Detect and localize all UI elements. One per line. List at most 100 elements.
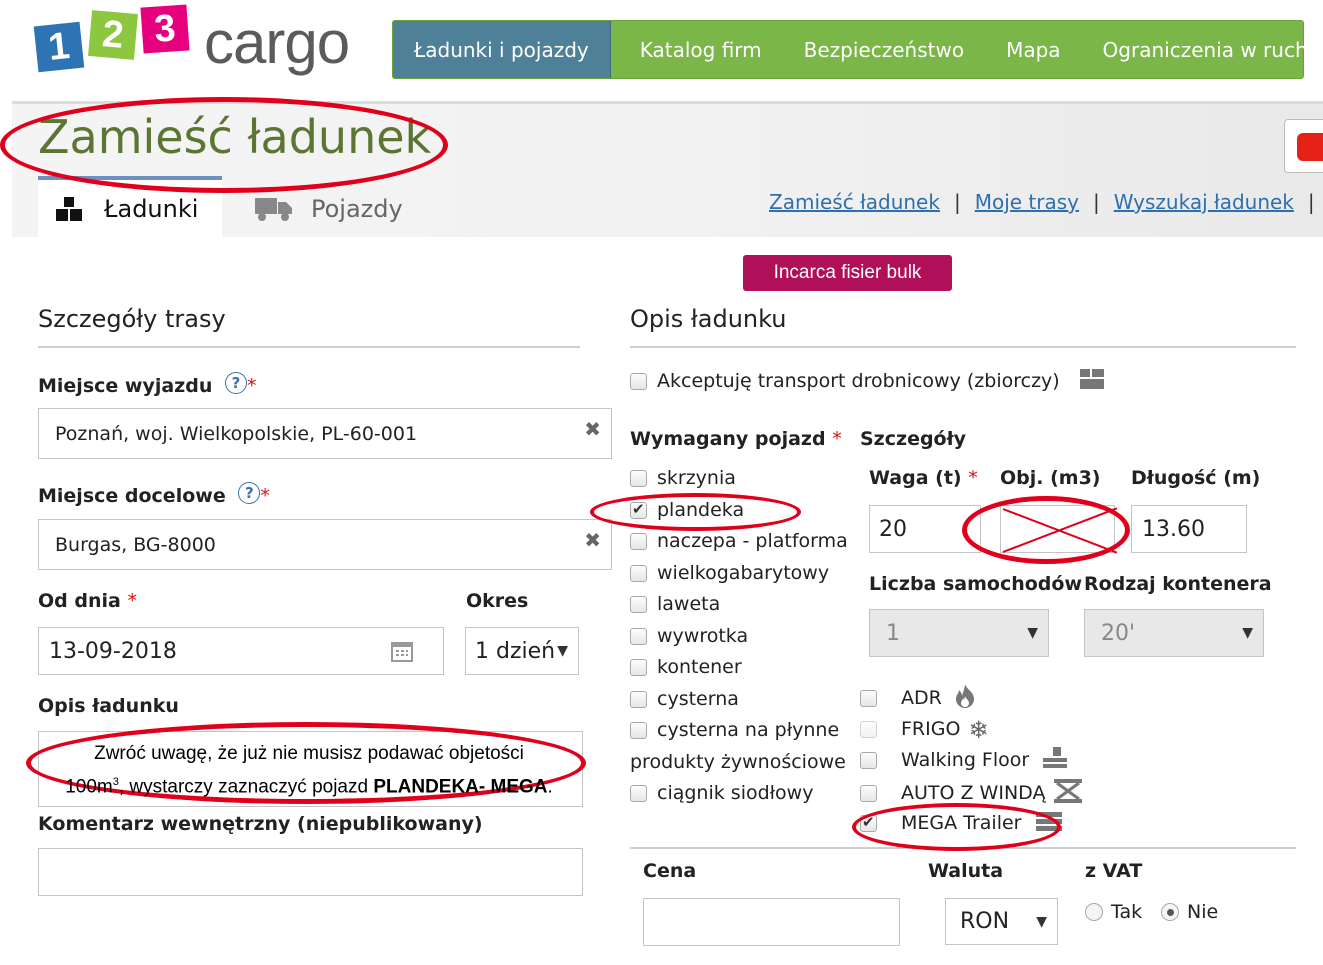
highlight-ellipse-volume [962, 496, 1130, 564]
from-label-text: Miejsce wyjazdu [38, 375, 213, 397]
logo-digit-3: 3 [140, 4, 190, 54]
bulk-upload-button[interactable]: Incarca fisier bulk [743, 255, 952, 291]
radio-button[interactable] [1161, 903, 1179, 921]
link-zamiesc-ladunek[interactable]: Zamieść ładunek [769, 190, 940, 214]
vehicle-label: Wymagany pojazd * [630, 428, 842, 450]
vehicle-type-label-continuation: produkty żywnościowe [630, 751, 860, 783]
checkbox[interactable] [630, 722, 647, 739]
trucks-label: Liczba samochodów [869, 573, 1083, 595]
walking-floor-icon [1043, 747, 1068, 768]
to-label-text: Miejsce docelowe [38, 485, 226, 507]
vehicle-type-wywrotka[interactable]: wywrotka [630, 625, 860, 657]
radio-button[interactable] [1085, 903, 1103, 921]
checkbox[interactable] [860, 720, 877, 738]
container-select[interactable]: 20' ▼ [1084, 609, 1264, 657]
main-nav: Ładunki i pojazdy Katalog firm Bezpiecze… [392, 20, 1320, 79]
volume-label: Obj. (m3) [1000, 467, 1101, 489]
from-input-value: Poznań, woj. Wielkopolskie, PL-60-001 [55, 422, 418, 445]
calendar-icon[interactable] [391, 640, 413, 662]
currency-label: Waluta [928, 860, 1004, 882]
help-icon[interactable]: ? [224, 372, 247, 394]
video-button[interactable] [1284, 119, 1323, 173]
annotation-bold-text: PLANDEKA- MEGA [373, 776, 548, 798]
annotation-text: , wystarczy zaznaczyć pojazd [118, 776, 374, 798]
link-wyszukaj-ladunek[interactable]: Wyszukaj ładunek [1114, 190, 1294, 214]
vehicle-type-ciagnik-siodlowy[interactable]: ciągnik siodłowy [630, 782, 860, 814]
required-mark: * [968, 467, 978, 489]
from-input[interactable]: Poznań, woj. Wielkopolskie, PL-60-001 ✖ [38, 408, 612, 459]
length-label: Długość (m) [1131, 467, 1261, 489]
annotation-line-2: 100m3, wystarczy zaznaczyć pojazd PLANDE… [44, 768, 574, 801]
vat-option-nie[interactable]: Nie [1161, 901, 1218, 923]
required-mark: * [260, 485, 270, 507]
nav-item-ladunki-i-pojazdy[interactable]: Ładunki i pojazdy [393, 21, 611, 78]
checkbox[interactable] [630, 659, 647, 676]
comment-input[interactable] [38, 848, 583, 896]
route-section-title: Szczegóły trasy [38, 305, 226, 333]
lift-icon [1053, 778, 1082, 803]
nav-item-katalog-firm[interactable]: Katalog firm [611, 21, 783, 78]
link-separator: | [1093, 190, 1100, 214]
length-input[interactable]: 13.60 [1131, 505, 1247, 553]
vehicle-type-label: produkty żywnościowe [630, 750, 846, 773]
required-mark: * [127, 590, 137, 612]
clear-icon[interactable]: ✖ [584, 417, 601, 441]
checkbox[interactable] [630, 627, 647, 645]
to-label: Miejsce docelowe ? * [38, 482, 270, 507]
divider [38, 346, 580, 348]
weight-label-text: Waga (t) [869, 467, 962, 489]
groupage-option[interactable]: Akceptuję transport drobnicowy (zbiorczy… [630, 369, 1104, 392]
option-walking-floor[interactable]: Walking Floor [860, 747, 1100, 779]
price-input[interactable] [643, 898, 900, 946]
option-label: FRIGO [901, 717, 961, 740]
vehicle-type-wielkogabarytowy[interactable]: wielkogabarytowy [630, 562, 860, 594]
period-select[interactable]: 1 dzień ▼ [465, 627, 579, 675]
logo-digit-1: 1 [33, 21, 85, 73]
vehicle-type-cysterna-plynne[interactable]: cysterna na płynne [630, 719, 860, 751]
vehicle-type-label: wielkogabarytowy [657, 561, 830, 584]
vat-label: z VAT [1085, 860, 1143, 882]
vehicle-label-text: Wymagany pojazd [630, 428, 826, 450]
vehicle-type-label: cysterna [657, 687, 739, 710]
checkbox[interactable] [630, 596, 647, 613]
currency-select[interactable]: RON ▼ [945, 898, 1058, 945]
option-frigo[interactable]: FRIGO ❄ [860, 716, 1100, 748]
vehicle-type-cysterna[interactable]: cysterna [630, 688, 860, 720]
checkbox[interactable] [630, 470, 647, 487]
annotation-note: Zwróć uwagę, że już nie musisz podawać o… [44, 740, 574, 801]
vat-option-tak[interactable]: Tak [1085, 901, 1142, 923]
annotation-text: . [547, 776, 553, 798]
required-mark: * [246, 375, 257, 397]
trucks-select[interactable]: 1 ▼ [869, 609, 1049, 657]
checkbox[interactable] [860, 784, 877, 802]
nav-item-bezpieczenstwo[interactable]: Bezpieczeństwo [783, 21, 985, 78]
checkbox[interactable] [630, 564, 647, 582]
option-label: Walking Floor [901, 749, 1030, 771]
checkbox[interactable] [630, 533, 647, 550]
vehicle-type-label: kontener [657, 656, 742, 678]
tab-ladunki-label: Ładunki [104, 194, 199, 223]
vehicle-type-kontener[interactable]: kontener [630, 656, 860, 688]
link-moje-trasy[interactable]: Moje trasy [975, 190, 1079, 214]
checkbox[interactable] [630, 785, 647, 802]
container-label: Rodzaj kontenera [1084, 573, 1272, 595]
to-input[interactable]: Burgas, BG-8000 ✖ [38, 519, 612, 570]
youtube-icon [1297, 133, 1323, 161]
vehicle-type-naczepa-platforma[interactable]: naczepa - platforma [630, 530, 860, 562]
logo[interactable]: 1 2 3 cargo [33, 2, 366, 82]
highlight-ellipse-mega-trailer [852, 803, 1061, 851]
checkbox[interactable] [630, 690, 647, 708]
nav-item-ograniczenia[interactable]: Ograniczenia w ruchu [1082, 21, 1323, 78]
option-adr[interactable]: ADR [860, 684, 1100, 716]
vehicle-type-laweta[interactable]: laweta [630, 593, 860, 625]
help-icon[interactable]: ? [238, 482, 261, 504]
groupage-checkbox[interactable] [630, 373, 647, 390]
dropdown-caret-icon: ▼ [1036, 913, 1047, 930]
clear-icon[interactable]: ✖ [584, 528, 601, 552]
date-input[interactable]: 13-09-2018 [38, 627, 444, 675]
vehicle-type-label: wywrotka [657, 624, 749, 647]
period-label: Okres [466, 590, 529, 612]
nav-item-mapa[interactable]: Mapa [985, 21, 1081, 78]
checkbox[interactable] [860, 690, 877, 707]
checkbox[interactable] [860, 752, 877, 769]
